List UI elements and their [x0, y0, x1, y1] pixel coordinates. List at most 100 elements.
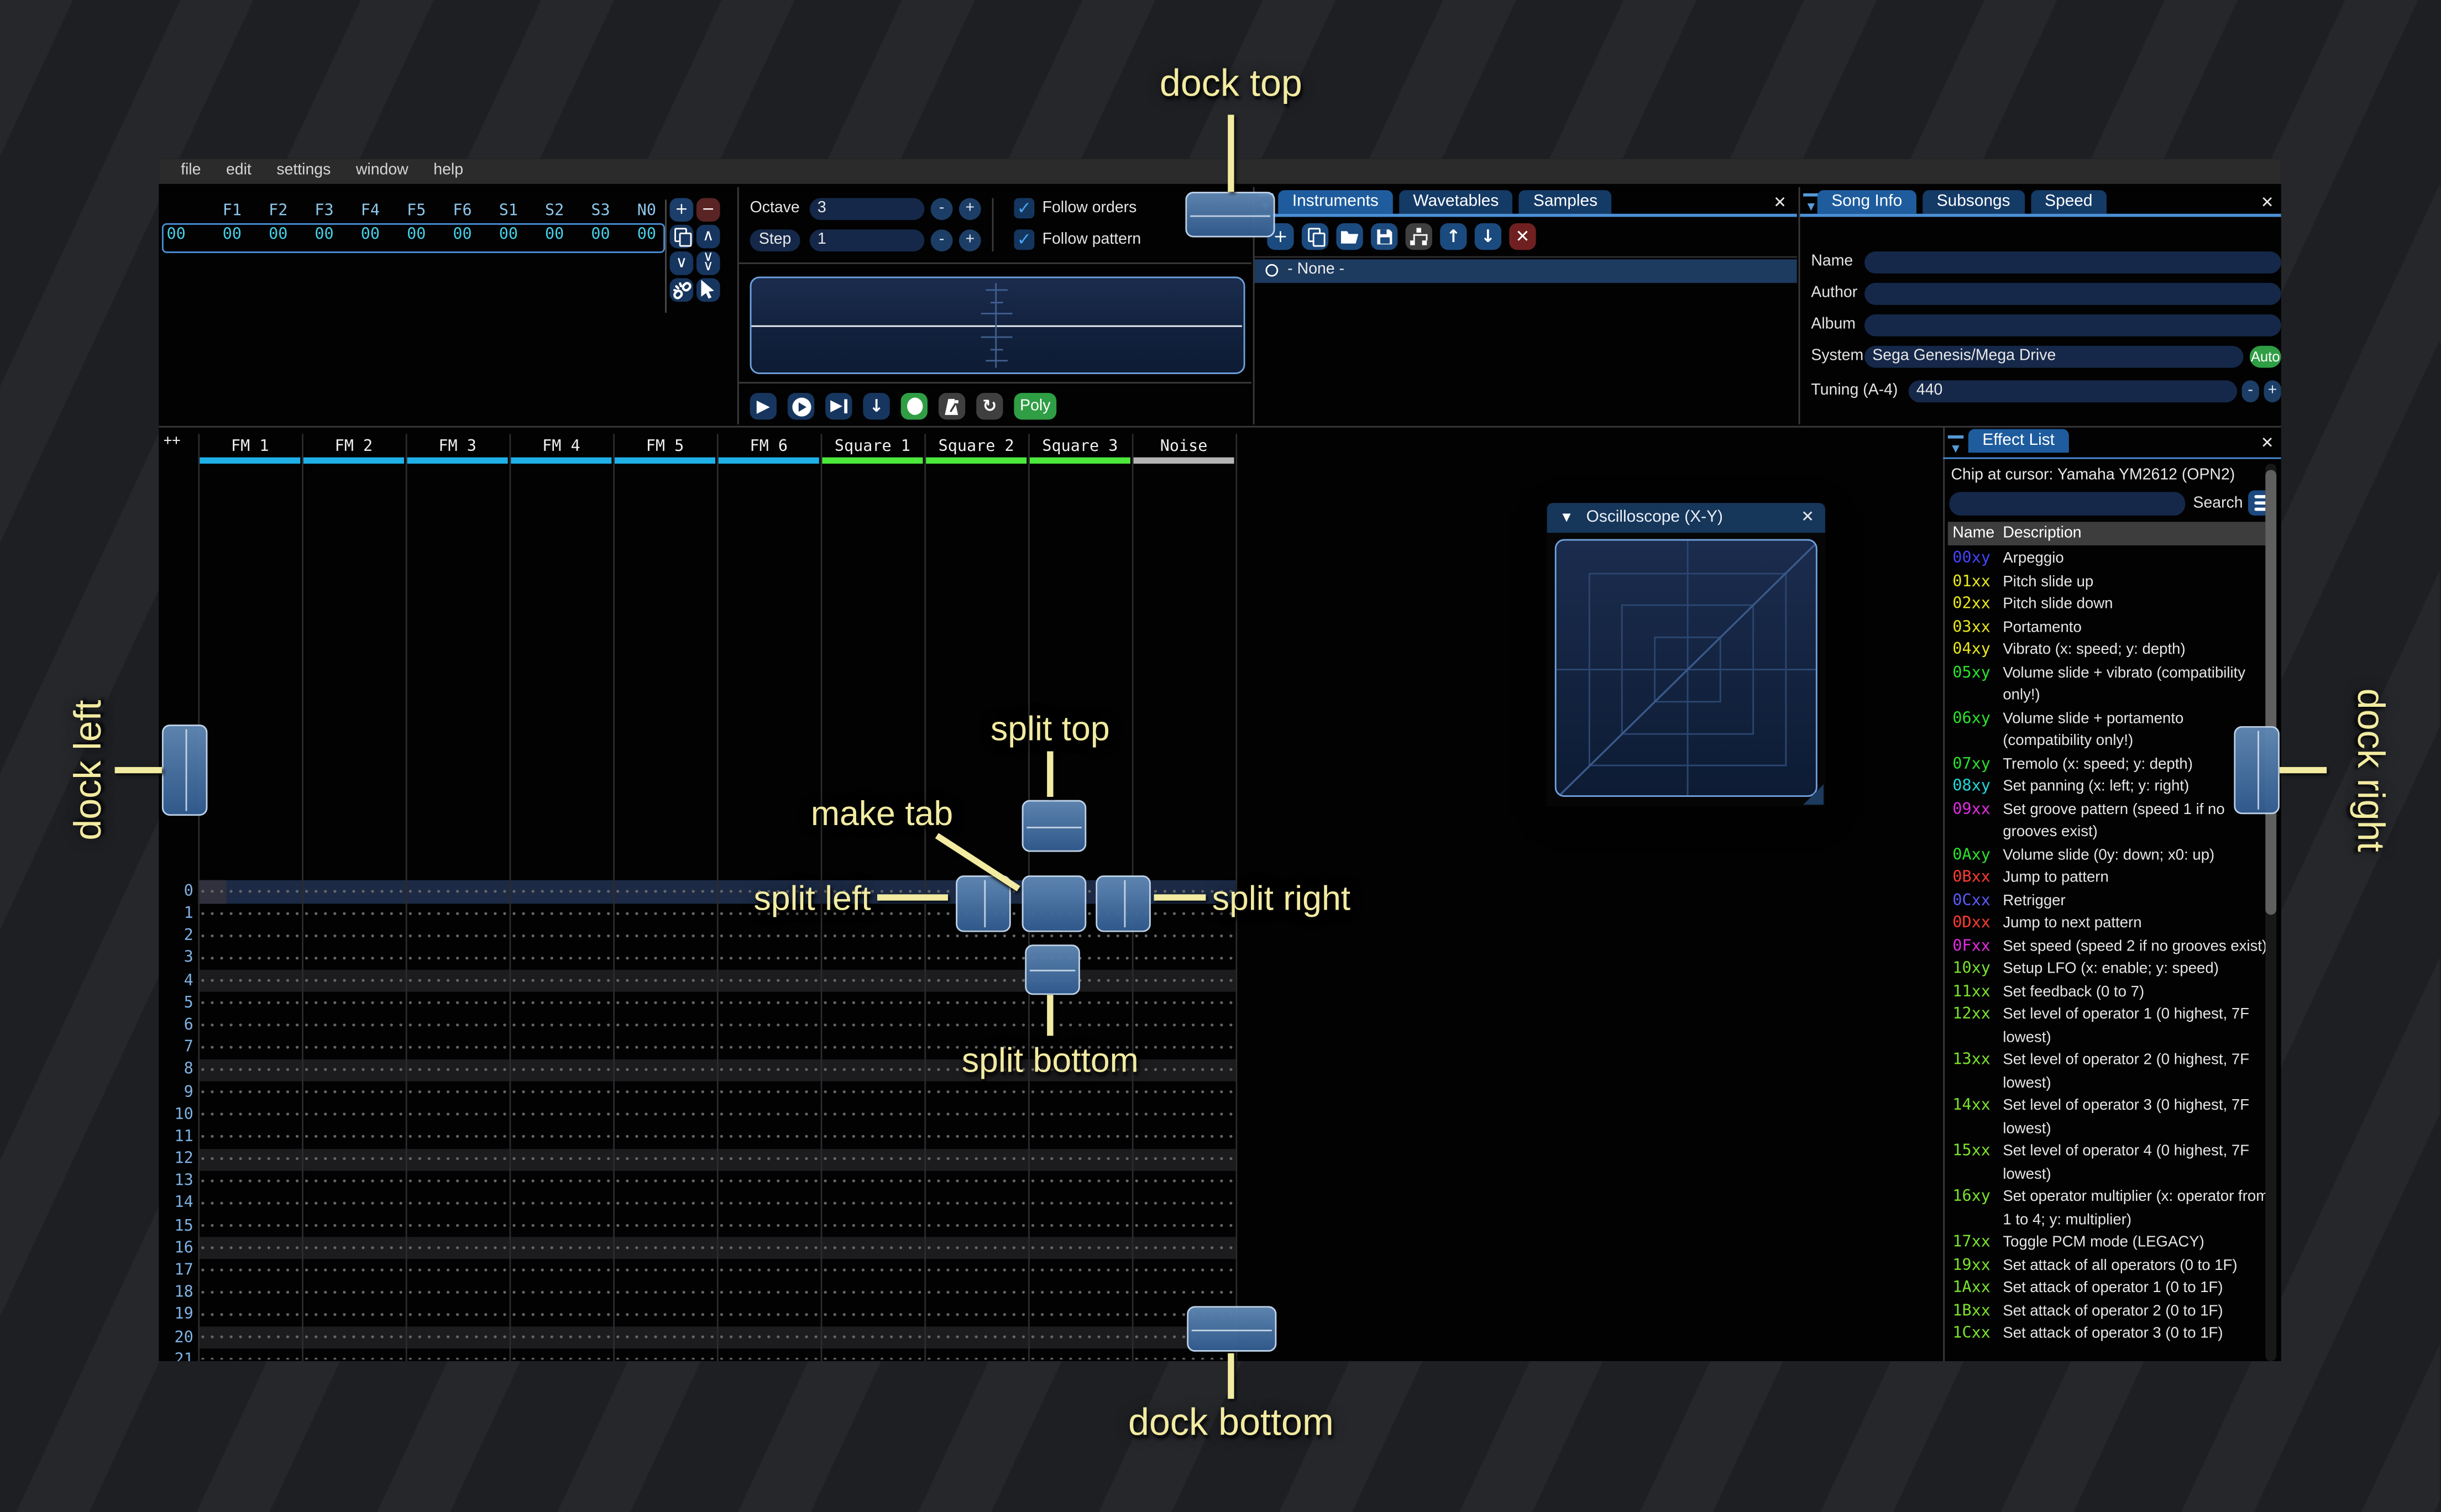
- chip-at-cursor-label: Chip at cursor: Yamaha YM2612 (OPN2): [1951, 466, 2235, 484]
- annotation-split-top: split top: [990, 708, 1110, 748]
- effect-row-15xx[interactable]: 15xx Set level of operator 4 (0 highest, …: [1948, 1141, 2270, 1186]
- dock-target-right[interactable]: [2234, 726, 2280, 815]
- effect-table-header[interactable]: Name Description: [1947, 522, 2275, 545]
- effect-row-03xx[interactable]: 03xx Portamento: [1948, 617, 2270, 639]
- dock-target-left[interactable]: [161, 725, 208, 816]
- effect-row-16xy[interactable]: 16xy Set operator multiplier (x: operator…: [1948, 1186, 2270, 1232]
- annotation-split-bottom: split bottom: [961, 1040, 1139, 1080]
- close-icon[interactable]: ✕: [2261, 435, 2274, 453]
- effect-row-12xx[interactable]: 12xx Set level of operator 1 (0 highest, …: [1948, 1004, 2270, 1049]
- split-target-top[interactable]: [1022, 800, 1087, 852]
- row-number: 6: [184, 1017, 193, 1035]
- close-icon[interactable]: ✕: [1801, 509, 1814, 526]
- effect-row-14xx[interactable]: 14xx Set level of operator 3 (0 highest, …: [1948, 1095, 2270, 1141]
- effect-row-01xx[interactable]: 01xx Pitch slide up: [1948, 571, 2270, 594]
- tuning-decrement-button[interactable]: -: [2241, 380, 2259, 403]
- row-number: 20: [174, 1329, 193, 1346]
- effect-row-1Cxx[interactable]: 1Cxx Set attack of operator 3 (0 to 1F): [1948, 1324, 2270, 1346]
- channel-header-noise[interactable]: Noise: [1132, 437, 1236, 458]
- make-tab-target[interactable]: [1022, 875, 1087, 932]
- effect-code: 19xx: [1952, 1256, 1990, 1274]
- oscilloscope-xy-window[interactable]: ▼ Oscilloscope (X-Y) ✕: [1547, 503, 1825, 807]
- effect-row-1Bxx[interactable]: 1Bxx Set attack of operator 2 (0 to 1F): [1948, 1300, 2270, 1323]
- effect-code: 1Axx: [1952, 1279, 1990, 1297]
- effect-code: 0Fxx: [1952, 937, 1990, 955]
- channel-header-square-2[interactable]: Square 2: [924, 437, 1028, 458]
- tuning-increment-button[interactable]: +: [2264, 380, 2281, 403]
- effect-description: Set panning (x: left; y: right): [2003, 778, 2189, 796]
- channel-header-square-3[interactable]: Square 3: [1028, 437, 1132, 458]
- effect-code: 00xy: [1952, 550, 1990, 568]
- effect-row-13xx[interactable]: 13xx Set level of operator 2 (0 highest, …: [1948, 1050, 2270, 1095]
- tab-list-icon[interactable]: ▼: [1947, 435, 1964, 456]
- effect-row-1Axx[interactable]: 1Axx Set attack of operator 1 (0 to 1F): [1948, 1278, 2270, 1300]
- channel-header-fm-3[interactable]: FM 3: [406, 437, 510, 458]
- effect-description: Jump to next pattern: [2003, 915, 2142, 932]
- channel-color-bar: [1133, 457, 1234, 463]
- row-number: 5: [184, 994, 193, 1012]
- effect-code: 07xy: [1952, 755, 1990, 773]
- effect-row-02xx[interactable]: 02xx Pitch slide down: [1948, 594, 2270, 617]
- scrollbar-thumb[interactable]: [2265, 470, 2277, 915]
- annotation-line-split-top: [1047, 751, 1053, 797]
- effect-code: 11xx: [1952, 983, 1990, 1001]
- effect-description: Set level of operator 3 (0 highest, 7F l…: [2003, 1097, 2250, 1137]
- effect-row-07xy[interactable]: 07xy Tremolo (x: speed; y: depth): [1948, 754, 2270, 776]
- channel-header-fm-6[interactable]: FM 6: [717, 437, 821, 458]
- resize-grip[interactable]: [1803, 784, 1824, 805]
- effect-row-11xx[interactable]: 11xx Set feedback (0 to 7): [1948, 981, 2270, 1004]
- oscilloscope-xy-plot: [1554, 539, 1817, 797]
- annotation-dock-bottom: dock bottom: [1128, 1401, 1334, 1445]
- auto-system-button[interactable]: Auto: [2249, 345, 2281, 368]
- annotation-split-left: split left: [753, 878, 871, 918]
- effect-row-04xy[interactable]: 04xy Vibrato (x: speed; y: depth): [1948, 640, 2270, 663]
- effect-row-08xy[interactable]: 08xy Set panning (x: left; y: right): [1948, 776, 2270, 799]
- effect-row-0Axy[interactable]: 0Axy Volume slide (0y: down; x0: up): [1948, 845, 2270, 868]
- split-target-left[interactable]: [956, 875, 1011, 932]
- effect-code: 0Cxx: [1952, 892, 1990, 910]
- dock-target-top[interactable]: [1185, 191, 1275, 238]
- split-target-right[interactable]: [1096, 875, 1151, 932]
- name-column-header[interactable]: Name: [1952, 524, 1994, 541]
- effect-row-0Cxx[interactable]: 0Cxx Retrigger: [1948, 890, 2270, 913]
- channel-header-fm-1[interactable]: FM 1: [198, 437, 302, 458]
- channel-header-fm-5[interactable]: FM 5: [613, 437, 717, 458]
- annotation-line-dock-top: [1228, 114, 1234, 192]
- dock-target-bottom[interactable]: [1187, 1306, 1277, 1352]
- split-target-bottom[interactable]: [1025, 944, 1080, 995]
- row-number: 8: [184, 1061, 193, 1079]
- oscilloscope-xy-titlebar[interactable]: ▼ Oscilloscope (X-Y) ✕: [1547, 503, 1825, 533]
- effect-row-10xy[interactable]: 10xy Setup LFO (x: enable; y: speed): [1948, 959, 2270, 981]
- tab-effect-list[interactable]: Effect List: [1968, 429, 2069, 453]
- search-input[interactable]: [1949, 492, 2186, 516]
- tuning-input[interactable]: 440: [1908, 380, 2238, 403]
- effect-row-06xy[interactable]: 06xy Volume slide + portamento (compatibi…: [1948, 708, 2270, 753]
- effect-row-0Fxx[interactable]: 0Fxx Set speed (speed 2 if no grooves exi…: [1948, 936, 2270, 959]
- effect-code: 09xx: [1952, 801, 1990, 818]
- channel-header-fm-2[interactable]: FM 2: [302, 437, 406, 458]
- channel-color-bar: [822, 457, 923, 463]
- effect-description: Set operator multiplier (x: operator fro…: [2003, 1188, 2269, 1229]
- effect-code: 08xy: [1952, 778, 1990, 796]
- effect-row-0Bxx[interactable]: 0Bxx Jump to pattern: [1948, 868, 2270, 890]
- channel-color-bar: [926, 457, 1027, 463]
- song-info-tab-speed[interactable]: Speed: [2030, 190, 2107, 214]
- effect-row-00xy[interactable]: 00xy Arpeggio: [1948, 549, 2270, 571]
- description-column-header[interactable]: Description: [2003, 524, 2081, 541]
- effect-row-05xy[interactable]: 05xy Volume slide + vibrato (compatibilit…: [1948, 663, 2270, 708]
- effect-code: 04xy: [1952, 641, 1990, 659]
- effect-list-panel: ▼ Effect List ✕ Chip at cursor: Yamaha Y…: [1943, 428, 2281, 1361]
- channel-header-square-1[interactable]: Square 1: [821, 437, 925, 458]
- effect-description: Set attack of operator 1 (0 to 1F): [2003, 1279, 2223, 1297]
- effect-code: 17xx: [1952, 1233, 1990, 1251]
- close-icon[interactable]: ✕: [2261, 195, 2274, 212]
- effect-description: Toggle PCM mode (LEGACY): [2003, 1233, 2204, 1251]
- expand-channels-button[interactable]: ++: [164, 434, 181, 449]
- annotation-line-split-bottom: [1047, 995, 1053, 1036]
- effect-row-17xx[interactable]: 17xx Toggle PCM mode (LEGACY): [1948, 1232, 2270, 1255]
- channel-header-fm-4[interactable]: FM 4: [509, 437, 613, 458]
- collapse-icon[interactable]: ▼: [1559, 509, 1573, 524]
- effect-row-19xx[interactable]: 19xx Set attack of all operators (0 to 1F…: [1948, 1255, 2270, 1278]
- effect-row-0Dxx[interactable]: 0Dxx Jump to next pattern: [1948, 913, 2270, 936]
- effect-row-09xx[interactable]: 09xx Set groove pattern (speed 1 if no gr…: [1948, 799, 2270, 844]
